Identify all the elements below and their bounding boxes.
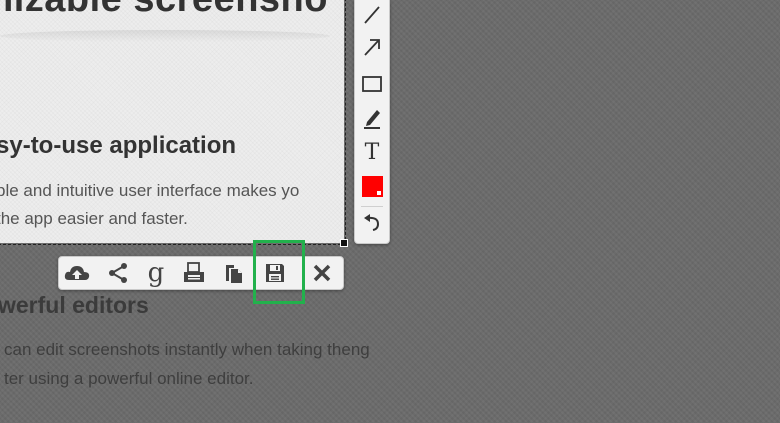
share-button[interactable] bbox=[103, 259, 133, 287]
rectangle-tool[interactable] bbox=[357, 70, 387, 98]
printer-icon bbox=[184, 262, 204, 282]
pen-tool[interactable] bbox=[357, 104, 387, 132]
copy-icon bbox=[226, 265, 242, 283]
toolbar-divider bbox=[361, 206, 383, 207]
google-icon: g bbox=[147, 258, 165, 288]
color-picker[interactable] bbox=[357, 172, 387, 200]
print-button[interactable] bbox=[179, 259, 209, 287]
close-icon bbox=[313, 264, 331, 282]
line-tool[interactable] bbox=[357, 1, 387, 29]
save-button-highlight bbox=[253, 240, 305, 304]
color-swatch-icon bbox=[361, 175, 383, 197]
line-icon bbox=[364, 6, 380, 24]
share-icon bbox=[109, 263, 127, 283]
google-search-button[interactable]: g bbox=[141, 259, 171, 287]
page-title: nizable screensho bbox=[0, 0, 328, 21]
section-text-line: can edit screenshots instantly when taki… bbox=[4, 340, 370, 359]
section-text-line: the app easier and faster. bbox=[0, 209, 188, 228]
text-icon: T bbox=[364, 139, 380, 165]
section-text-line: ter using a powerful online editor. bbox=[4, 369, 254, 388]
capture-selection[interactable]: nizable screensho sy-to-use application … bbox=[0, 0, 344, 243]
pen-icon bbox=[364, 110, 380, 129]
rectangle-icon bbox=[362, 76, 382, 92]
undo-tool[interactable] bbox=[357, 209, 387, 237]
copy-button[interactable] bbox=[219, 259, 249, 287]
text-tool[interactable]: T bbox=[357, 138, 387, 166]
undo-icon bbox=[364, 214, 380, 231]
section-heading-application: sy-to-use application bbox=[0, 132, 237, 159]
arrow-tool[interactable] bbox=[357, 33, 387, 61]
close-button[interactable] bbox=[307, 259, 337, 287]
drawing-toolbar: T bbox=[354, 0, 390, 244]
upload-button[interactable] bbox=[62, 259, 92, 287]
resize-handle-bottom-right[interactable] bbox=[340, 239, 348, 247]
title-shadow bbox=[0, 30, 330, 42]
section-heading-editors: werful editors bbox=[0, 292, 149, 318]
cloud-upload-icon bbox=[64, 266, 90, 280]
arrow-icon bbox=[364, 39, 380, 56]
section-text-line: ple and intuitive user interface makes y… bbox=[0, 181, 300, 200]
